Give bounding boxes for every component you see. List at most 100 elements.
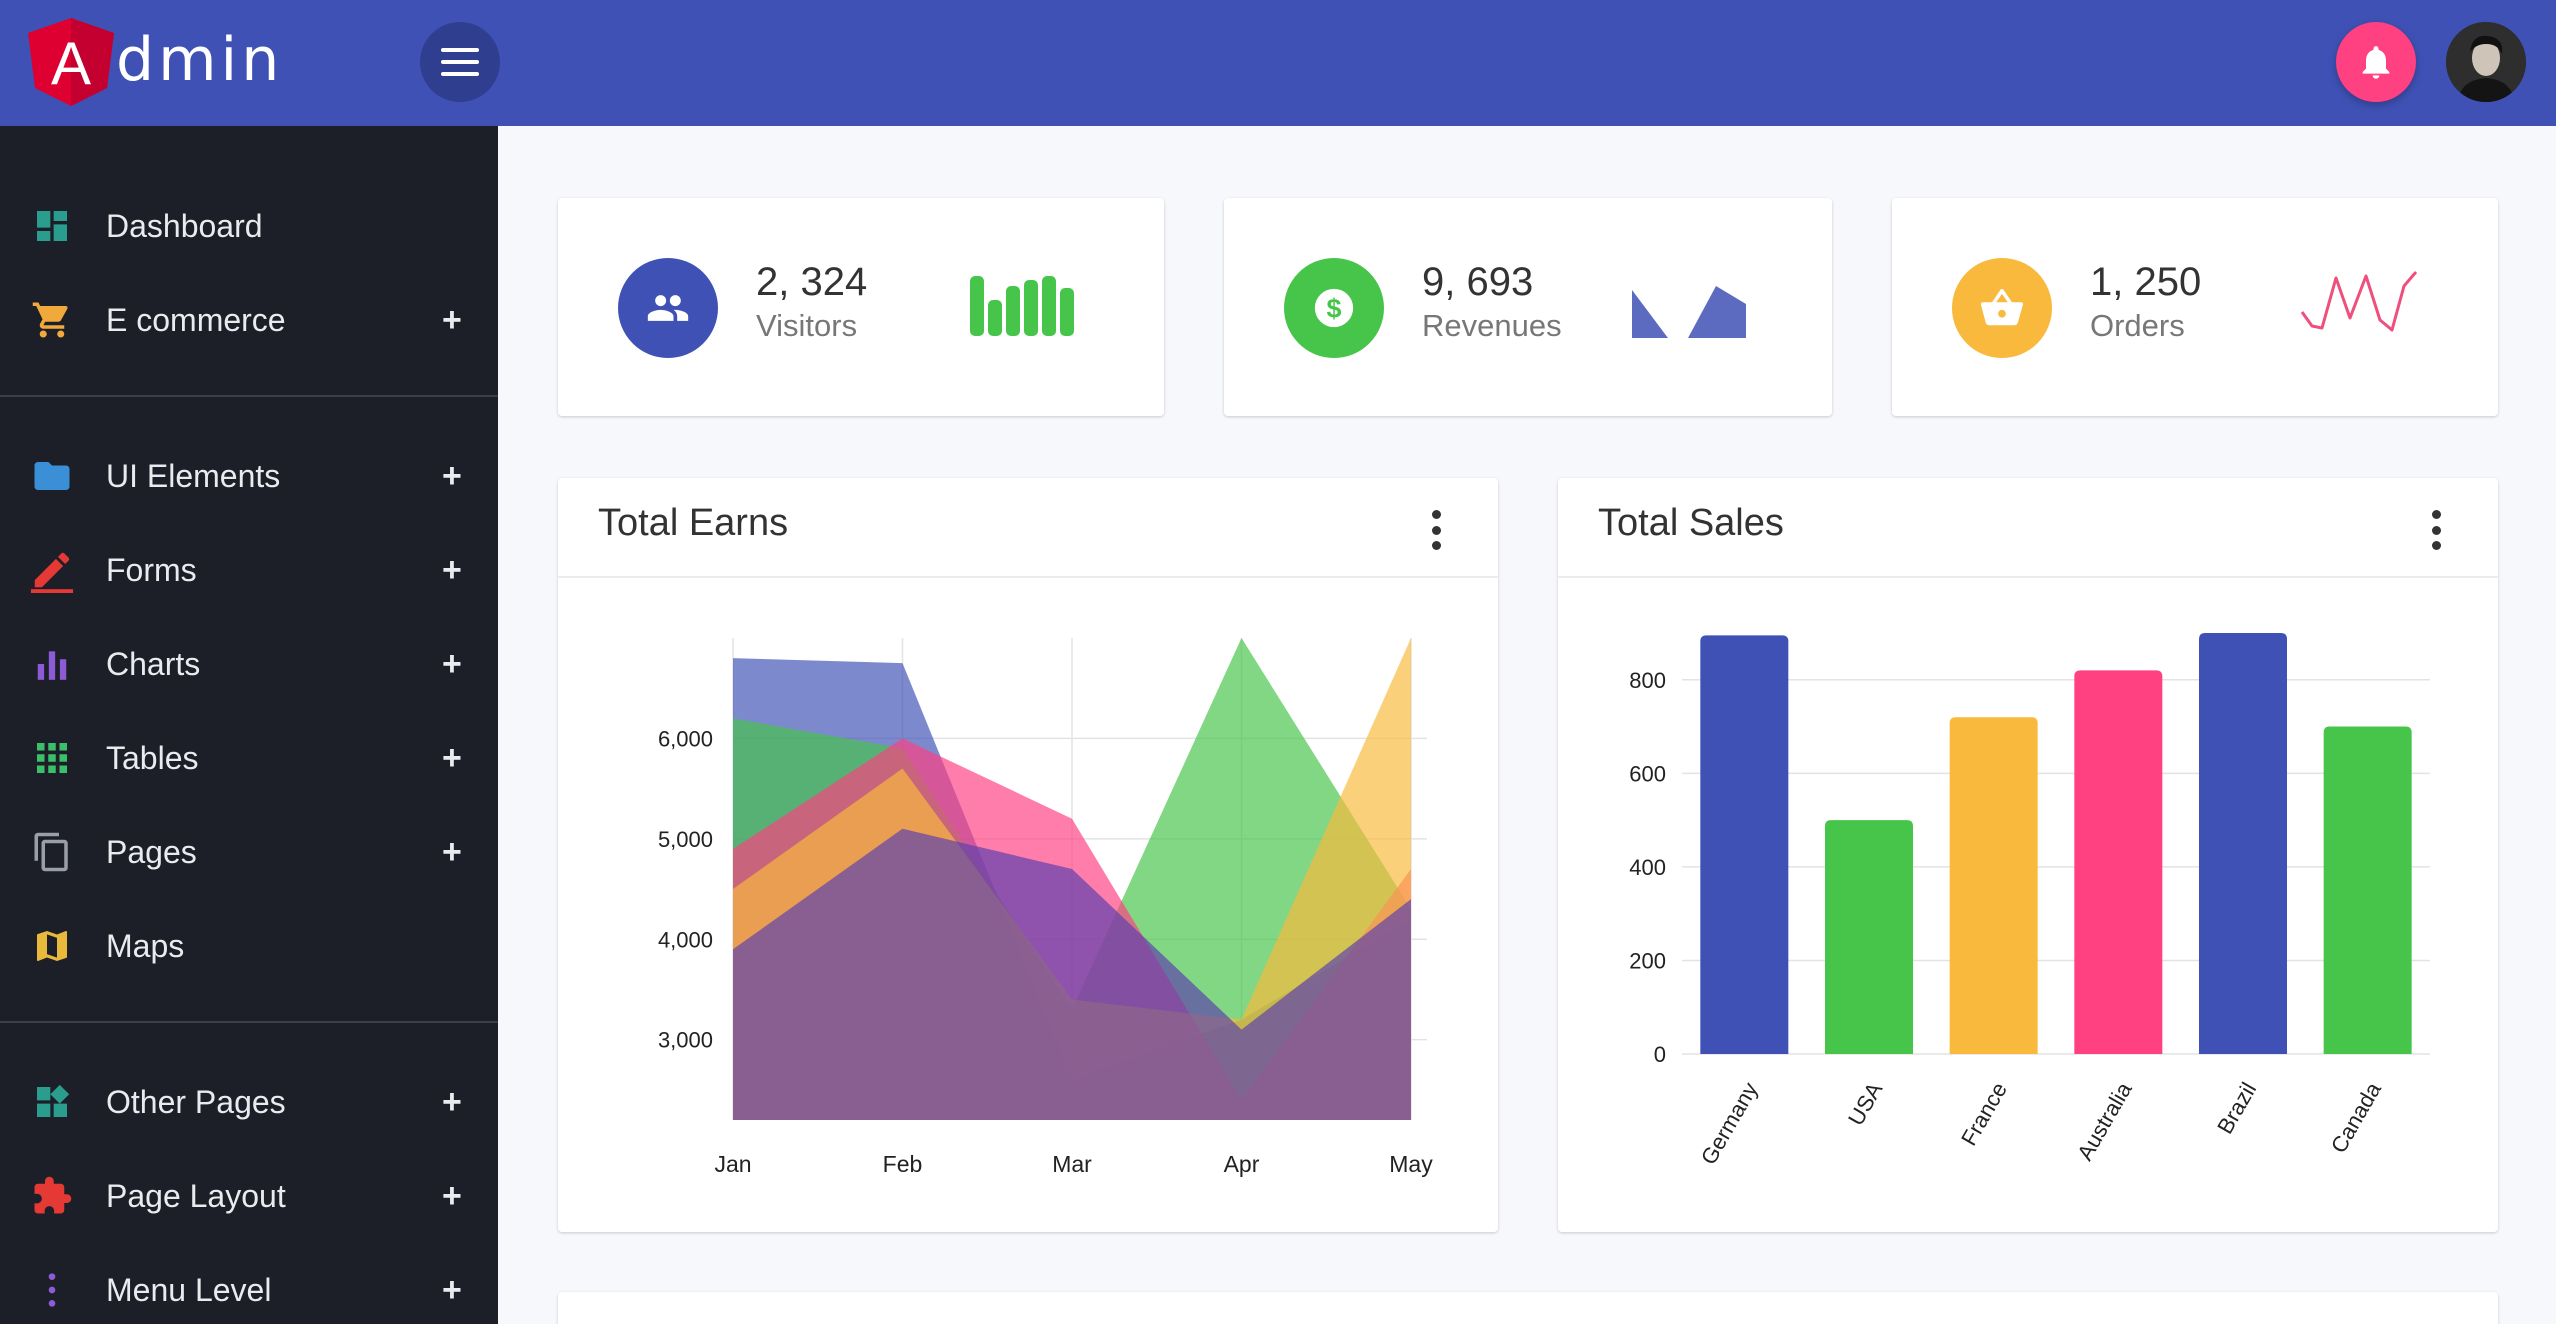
sidebar-item-label: Menu Level [106, 1271, 272, 1308]
next-panel [558, 1292, 2498, 1324]
stat-value: 9, 693 [1422, 260, 1534, 304]
y-tick-label: 800 [1629, 668, 1666, 693]
logo-text: dmin [116, 25, 284, 95]
sidebar-item-dashboard[interactable]: Dashboard [0, 186, 498, 266]
sidebar: Dashboard E commerce + UI Elements + For… [0, 126, 498, 1324]
x-tick-label: Apr [1224, 1151, 1260, 1177]
x-tick-label: France [1956, 1078, 2012, 1150]
expand-plus-icon: + [442, 832, 462, 871]
bar-germany [1700, 635, 1789, 1054]
sidebar-item-label: E commerce [106, 301, 286, 338]
sidebar-item-label: UI Elements [106, 457, 281, 494]
dashboard-icon [28, 202, 76, 250]
x-tick-label: Jan [714, 1151, 751, 1177]
sidebar-item-maps[interactable]: Maps [0, 906, 498, 986]
total-earns-chart: 3,000 4,000 5,000 6,000 Jan Feb Mar Apr May [658, 638, 1433, 1177]
sidebar-item-label: Page Layout [106, 1177, 286, 1214]
y-tick-label: 4,000 [658, 927, 713, 952]
stat-label: Revenues [1422, 308, 1562, 343]
stat-value: 1, 250 [2090, 260, 2202, 304]
x-tick-label: Feb [883, 1151, 923, 1177]
total-sales-chart: 0 200 400 600 800 Germany USA France Australia Br… [1629, 633, 2430, 1169]
sidebar-item-menu-level[interactable]: Menu Level + [0, 1250, 498, 1324]
sidebar-item-other-pages[interactable]: Other Pages + [0, 1062, 498, 1142]
total-earns-panel: Total Earns 3,000 4,000 5,000 6,000 Jan Feb Ma… [558, 478, 1498, 1232]
svg-text:$: $ [1327, 294, 1342, 324]
y-tick-label: 200 [1629, 948, 1666, 973]
bar-brazil [2199, 633, 2287, 1054]
x-tick-label: Brazil [2212, 1078, 2261, 1138]
x-tick-label: Canada [2326, 1077, 2387, 1157]
widgets-icon [28, 1078, 76, 1126]
sidebar-divider [0, 1021, 498, 1023]
grid-icon [28, 734, 76, 782]
hamburger-icon [441, 48, 479, 52]
y-tick-label: 3,000 [658, 1028, 713, 1053]
stat-card-orders: 1, 250 Orders [1892, 198, 2498, 416]
sidebar-item-label: Dashboard [106, 207, 263, 244]
stat-value: 2, 324 [756, 260, 868, 304]
folder-icon [28, 452, 76, 500]
sidebar-item-tables[interactable]: Tables + [0, 718, 498, 798]
sidebar-item-label: Tables [106, 739, 199, 776]
sidebar-item-label: Maps [106, 927, 185, 964]
y-tick-label: 0 [1654, 1042, 1666, 1067]
y-tick-label: 6,000 [658, 726, 713, 751]
angular-shield-icon: A [28, 18, 114, 106]
avatar-photo-icon [2446, 22, 2526, 102]
x-tick-label: USA [1843, 1078, 1887, 1130]
map-icon [28, 922, 76, 970]
expand-plus-icon: + [442, 644, 462, 683]
expand-plus-icon: + [442, 1082, 462, 1121]
x-tick-label: Australia [2072, 1077, 2137, 1164]
x-tick-label: Mar [1052, 1151, 1092, 1177]
sidebar-item-pages[interactable]: Pages + [0, 812, 498, 892]
stat-label: Orders [2090, 308, 2185, 343]
expand-plus-icon: + [442, 1176, 462, 1215]
y-tick-label: 5,000 [658, 827, 713, 852]
app-logo[interactable]: A dmin [28, 18, 283, 106]
visitors-sparkline [970, 276, 1074, 336]
notifications-button[interactable] [2336, 22, 2416, 102]
bar-usa [1825, 820, 1913, 1054]
stat-card-revenues: $ 9, 693 Revenues [1224, 198, 1832, 416]
total-sales-panel: Total Sales 0 200 400 600 800 Germany USA Franc… [1558, 478, 2498, 1232]
sidebar-item-label: Forms [106, 551, 197, 588]
logo-letter: A [51, 30, 91, 97]
more-vert-icon [28, 1266, 76, 1314]
stat-label: Visitors [756, 308, 858, 343]
sidebar-item-label: Other Pages [106, 1083, 286, 1120]
dollar-icon: $ [1284, 258, 1384, 358]
people-icon [618, 258, 718, 358]
basket-icon [1952, 258, 2052, 358]
pencil-icon [28, 546, 76, 594]
orders-sparkline [2300, 271, 2418, 332]
sidebar-item-label: Charts [106, 645, 201, 682]
expand-plus-icon: + [442, 1270, 462, 1309]
top-navbar: A dmin [0, 0, 2556, 126]
bell-icon [2362, 46, 2390, 79]
sidebar-item-forms[interactable]: Forms + [0, 530, 498, 610]
expand-plus-icon: + [442, 738, 462, 777]
x-tick-label: Germany [1696, 1078, 1763, 1169]
sidebar-item-ecommerce[interactable]: E commerce + [0, 280, 498, 360]
sidebar-item-page-layout[interactable]: Page Layout + [0, 1156, 498, 1236]
sidebar-item-charts[interactable]: Charts + [0, 624, 498, 704]
user-avatar[interactable] [2446, 22, 2526, 102]
bar-australia [2074, 670, 2163, 1054]
expand-plus-icon: + [442, 550, 462, 589]
sidebar-item-label: Pages [106, 833, 197, 870]
puzzle-icon [28, 1172, 76, 1220]
sidebar-divider [0, 395, 498, 397]
menu-toggle-button[interactable] [420, 22, 500, 102]
pages-icon [28, 828, 76, 876]
bar-chart-icon [28, 640, 76, 688]
expand-plus-icon: + [442, 456, 462, 495]
stat-card-visitors: 2, 324 Visitors [558, 198, 1164, 416]
x-tick-label: May [1389, 1151, 1433, 1177]
bar-france [1949, 717, 2038, 1054]
revenues-sparkline [1632, 286, 1746, 338]
y-tick-label: 400 [1629, 855, 1666, 880]
expand-plus-icon: + [442, 300, 462, 339]
sidebar-item-ui-elements[interactable]: UI Elements + [0, 436, 498, 516]
